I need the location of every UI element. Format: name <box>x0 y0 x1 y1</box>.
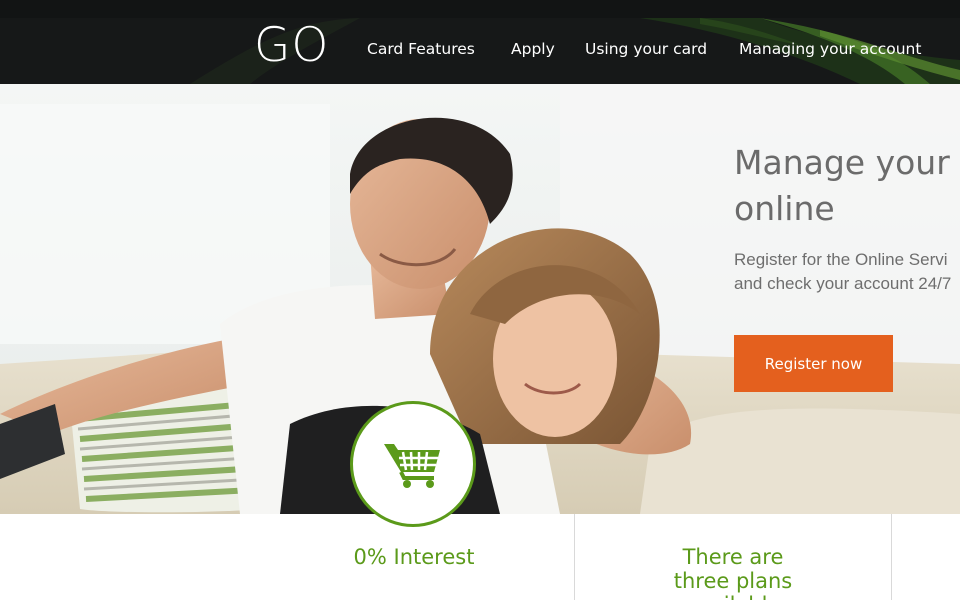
shopping-cart-icon <box>384 444 440 488</box>
hero-description-line-1: Register for the Online Servi <box>734 250 948 269</box>
hero-banner: Manage your online Register for the Onli… <box>0 84 960 514</box>
register-now-button[interactable]: Register now <box>734 335 893 392</box>
hero-description-line-2: and check your account 24/7 <box>734 274 952 293</box>
nav-using-your-card[interactable]: Using your card <box>585 40 707 58</box>
features-row: 0% Interest There are three plans availa… <box>0 514 960 600</box>
feature-icon-circle <box>350 401 476 527</box>
site-header: GO Card Features Apply Using your card M… <box>0 0 960 84</box>
hero-title: Manage your online <box>734 140 960 232</box>
hero-title-line-1: Manage your <box>734 143 950 182</box>
nav-managing-your-account[interactable]: Managing your account <box>739 40 921 58</box>
nav-apply[interactable]: Apply <box>511 40 555 58</box>
go-logo[interactable]: GO <box>254 18 329 74</box>
nav-card-features[interactable]: Card Features <box>367 40 475 58</box>
feature-title: There are three plans available <box>673 545 793 600</box>
hero-description: Register for the Online Servi and check … <box>734 248 960 296</box>
feature-three-plans: There are three plans available <box>574 514 892 600</box>
hero-title-line-2: online <box>734 189 835 228</box>
